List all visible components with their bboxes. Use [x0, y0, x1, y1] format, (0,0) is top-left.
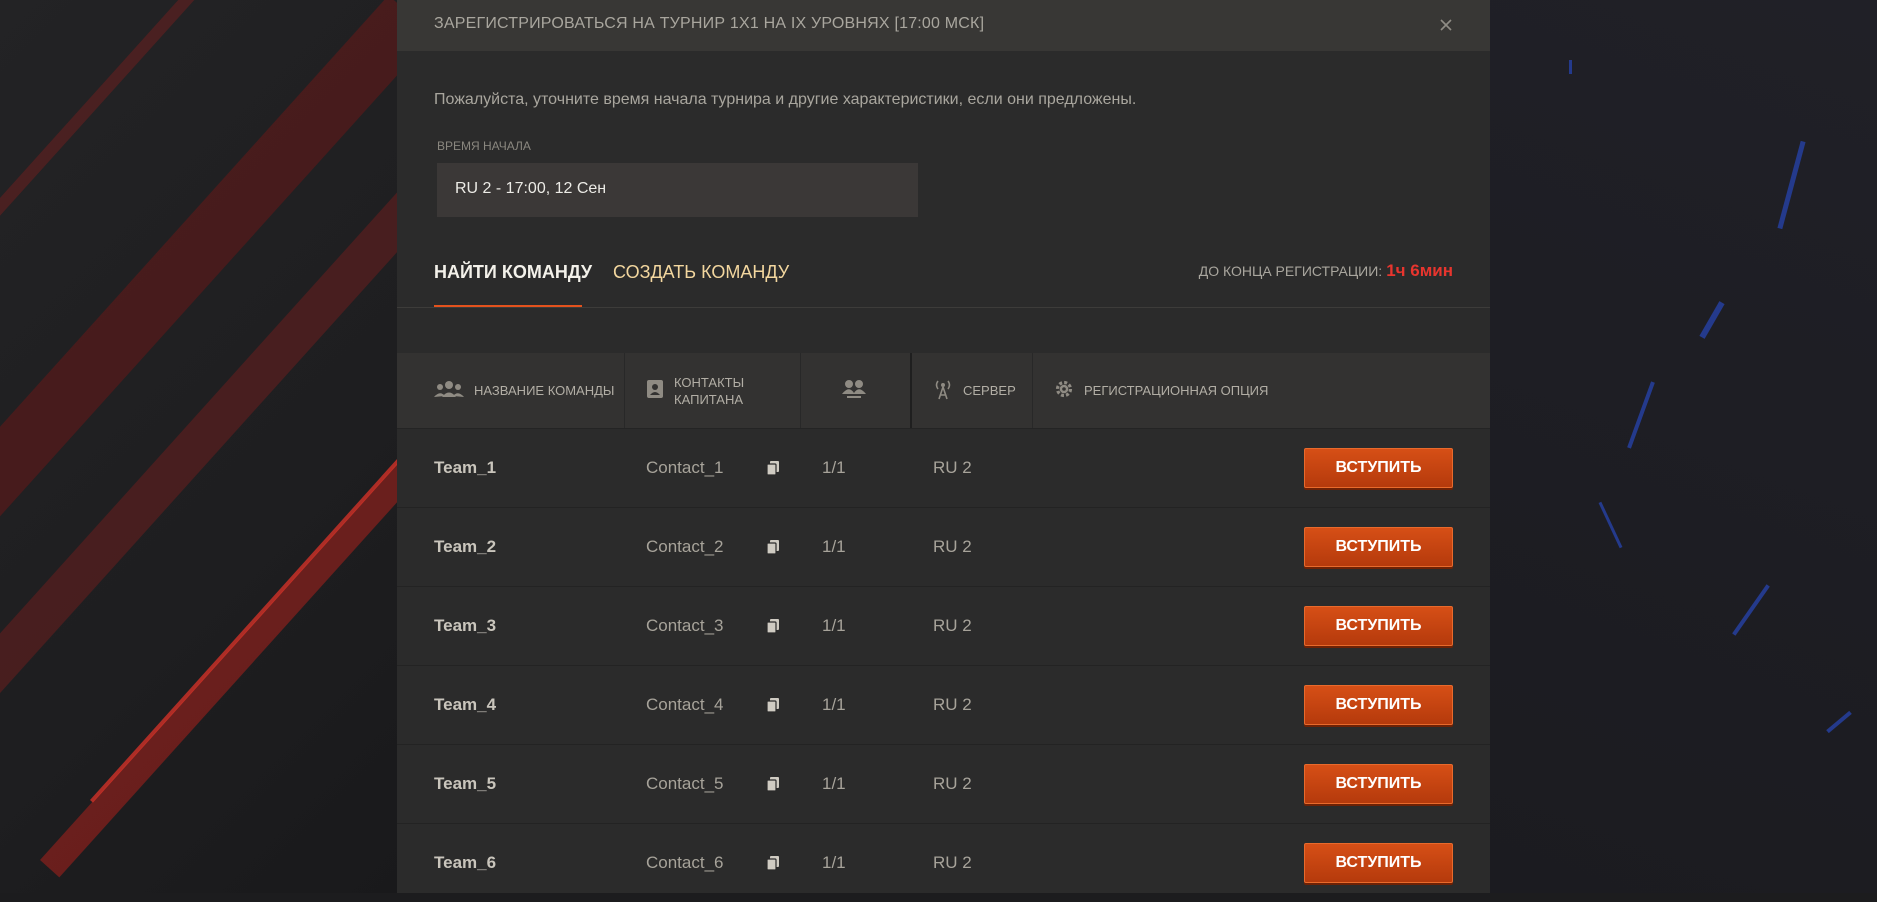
dialog-header: ЗАРЕГИСТРИРОВАТЬСЯ НА ТУРНИР 1X1 НА IX У… [397, 0, 1490, 51]
team-server: RU 2 [933, 537, 972, 556]
column-header-captain[interactable]: КОНТАКТЫ КАПИТАНА [646, 353, 744, 428]
team-name: Team_6 [434, 853, 497, 872]
copy-icon[interactable] [766, 587, 780, 665]
background-shard [1826, 710, 1852, 734]
background-shard [1777, 140, 1806, 230]
captain-contact: Contact_2 [646, 537, 724, 556]
tab-create-team[interactable]: СОЗДАТЬ КОМАНДУ [613, 262, 789, 283]
column-header-server-label: СЕРВЕР [963, 383, 1016, 398]
team-members-count: 1/1 [822, 458, 846, 477]
team-server: RU 2 [933, 774, 972, 793]
antenna-icon [933, 378, 953, 403]
team-name: Team_4 [434, 695, 497, 714]
team-members-count: 1/1 [822, 774, 846, 793]
team-members-count: 1/1 [822, 695, 846, 714]
join-button[interactable]: ВСТУПИТЬ [1304, 527, 1453, 567]
team-icon [434, 379, 464, 402]
join-button[interactable]: ВСТУПИТЬ [1304, 448, 1453, 488]
captain-contact: Contact_1 [646, 458, 724, 477]
background-shard [1699, 301, 1725, 339]
background-shard [1598, 501, 1623, 549]
captain-contact: Contact_3 [646, 616, 724, 635]
team-name: Team_1 [434, 458, 497, 477]
start-time-label: ВРЕМЯ НАЧАЛА [437, 139, 531, 153]
team-name: Team_2 [434, 537, 497, 556]
join-button[interactable]: ВСТУПИТЬ [1304, 606, 1453, 646]
table-row: Team_6 Contact_6 1/1 RU 2 ВСТУПИТЬ [397, 824, 1490, 902]
contact-card-icon [646, 379, 664, 402]
column-separator [1032, 353, 1033, 428]
column-header-team-label: НАЗВАНИЕ КОМАНДЫ [474, 383, 615, 398]
copy-icon[interactable] [766, 745, 780, 823]
column-header-option[interactable]: РЕГИСТРАЦИОННАЯ ОПЦИЯ [1054, 353, 1268, 428]
copy-icon[interactable] [766, 666, 780, 744]
dialog-intro-text: Пожалуйста, уточните время начала турнир… [434, 91, 1137, 108]
column-header-option-label: РЕГИСТРАЦИОННАЯ ОПЦИЯ [1084, 383, 1269, 398]
column-separator [910, 353, 912, 428]
table-row: Team_4 Contact_4 1/1 RU 2 ВСТУПИТЬ [397, 666, 1490, 745]
team-name: Team_3 [434, 616, 497, 635]
deadline-label: ДО КОНЦА РЕГИСТРАЦИИ: [1198, 263, 1383, 279]
close-icon[interactable] [1436, 15, 1456, 35]
team-members-count: 1/1 [822, 537, 846, 556]
table-row: Team_5 Contact_5 1/1 RU 2 ВСТУПИТЬ [397, 745, 1490, 824]
table-row: Team_1 Contact_1 1/1 RU 2 ВСТУПИТЬ [397, 429, 1490, 508]
gear-icon [1054, 379, 1074, 402]
start-time-select[interactable]: RU 2 - 17:00, 12 Сен [437, 163, 918, 217]
join-button[interactable]: ВСТУПИТЬ [1304, 685, 1453, 725]
team-server: RU 2 [933, 458, 972, 477]
captain-contact: Contact_6 [646, 853, 724, 872]
copy-icon[interactable] [766, 824, 780, 902]
background-shard [1569, 60, 1572, 74]
table-row: Team_3 Contact_3 1/1 RU 2 ВСТУПИТЬ [397, 587, 1490, 666]
tabs-divider [397, 307, 1490, 308]
dialog-title: ЗАРЕГИСТРИРОВАТЬСЯ НА ТУРНИР 1X1 НА IX У… [434, 15, 985, 32]
background-shard [1732, 584, 1770, 636]
players-icon [841, 378, 867, 403]
captain-contact: Contact_4 [646, 695, 724, 714]
team-members-count: 1/1 [822, 853, 846, 872]
team-server: RU 2 [933, 695, 972, 714]
table-header: НАЗВАНИЕ КОМАНДЫ КОНТАКТЫ КАПИТАНА СЕРВЕ… [397, 353, 1490, 429]
registration-dialog: ЗАРЕГИСТРИРОВАТЬСЯ НА ТУРНИР 1X1 НА IX У… [397, 0, 1490, 893]
copy-icon[interactable] [766, 429, 780, 507]
captain-contact: Contact_5 [646, 774, 724, 793]
background-left-art [0, 0, 400, 893]
background-shard [1627, 381, 1655, 449]
column-separator [624, 353, 625, 428]
column-header-team[interactable]: НАЗВАНИЕ КОМАНДЫ [434, 353, 614, 428]
copy-icon[interactable] [766, 508, 780, 586]
team-name: Team_5 [434, 774, 497, 793]
join-button[interactable]: ВСТУПИТЬ [1304, 843, 1453, 883]
deadline-time: 1ч 6мин [1386, 261, 1453, 280]
column-header-captain-line1: КОНТАКТЫ [674, 374, 745, 390]
registration-deadline: ДО КОНЦА РЕГИСТРАЦИИ: 1ч 6мин [1199, 261, 1453, 281]
join-button[interactable]: ВСТУПИТЬ [1304, 764, 1453, 804]
tab-find-team[interactable]: НАЙТИ КОМАНДУ [434, 262, 592, 283]
team-server: RU 2 [933, 616, 972, 635]
team-members-count: 1/1 [822, 616, 846, 635]
column-header-captain-label: КОНТАКТЫ КАПИТАНА [674, 374, 744, 408]
team-server: RU 2 [933, 853, 972, 872]
column-header-server[interactable]: СЕРВЕР [933, 353, 1016, 428]
background-right-art [1489, 0, 1877, 893]
column-header-members[interactable] [841, 353, 877, 428]
column-header-captain-line2: КАПИТАНА [674, 391, 744, 407]
column-separator [800, 353, 801, 428]
table-row: Team_2 Contact_2 1/1 RU 2 ВСТУПИТЬ [397, 508, 1490, 587]
